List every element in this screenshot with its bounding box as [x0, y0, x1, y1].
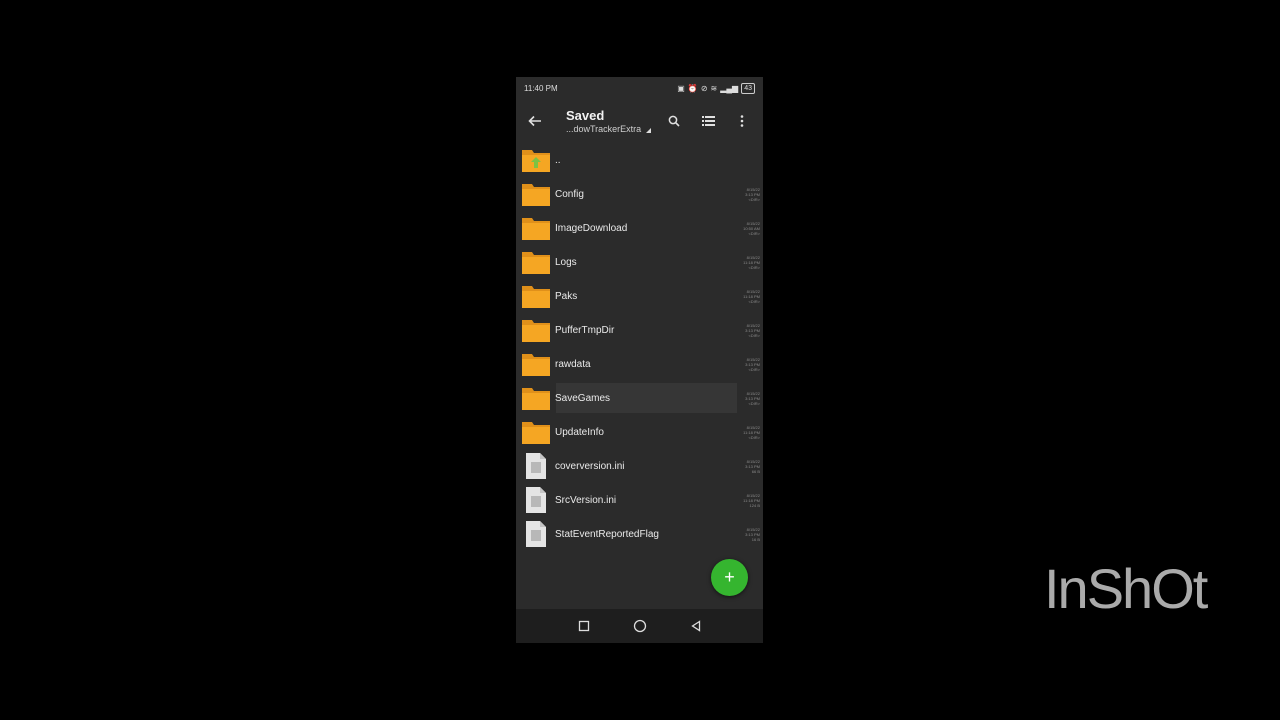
file-icon: [518, 452, 554, 480]
row-name: SrcVersion.ini: [555, 494, 617, 506]
parent-folder-row[interactable]: ..: [516, 143, 763, 177]
folder-icon: [518, 385, 554, 411]
nav-back-button[interactable]: [690, 620, 702, 632]
row-meta: 8/15/22 10:50 AM <DIR>: [734, 221, 763, 236]
app-bar: Saved ...dowTrackerExtra: [516, 99, 763, 143]
path-subtitle-text: ...dowTrackerExtra: [566, 123, 642, 134]
status-time: 11:40 PM: [524, 83, 558, 93]
folder-row[interactable]: SaveGames 8/15/22 3:13 PM <DIR>: [516, 381, 763, 415]
row-meta: 8/15/22 11:18 PM 124 B: [734, 493, 763, 508]
back-arrow-icon: [528, 115, 541, 127]
row-meta: 8/15/22 3:13 PM 66 B: [734, 459, 763, 474]
overflow-menu-button[interactable]: [727, 106, 757, 136]
phone-screen: 11:40 PM ▣ ⏰ ⊘ ≋ ▂▄▆ 43 Saved ...dowTrac…: [516, 77, 763, 643]
alarm-icon: ⏰: [687, 83, 698, 93]
toolbar-actions: [659, 106, 763, 136]
row-meta: 8/15/22 3:13 PM <DIR>: [734, 187, 763, 202]
home-button[interactable]: [633, 619, 647, 633]
page-title: Saved: [566, 107, 605, 123]
status-bar: 11:40 PM ▣ ⏰ ⊘ ≋ ▂▄▆ 43: [516, 77, 763, 99]
row-name: coverversion.ini: [555, 460, 625, 472]
folder-icon: [518, 317, 554, 343]
folder-icon: [518, 249, 554, 275]
inshot-watermark: InShOt: [1044, 557, 1208, 620]
row-size: <DIR>: [748, 298, 760, 304]
nfc-icon: ▣: [677, 83, 685, 93]
file-list: .. Config 8/15/22 3:13 PM <DIR> ImageDow…: [516, 143, 763, 551]
row-meta: 8/15/22 3:13 PM 16 B: [734, 527, 763, 542]
row-size: <DIR>: [748, 196, 760, 202]
row-name: Paks: [555, 290, 578, 302]
row-name: StatEventReportedFlag: [555, 528, 659, 540]
signal-icon: ▂▄▆: [720, 83, 739, 93]
folder-icon: [518, 419, 554, 445]
row-meta: 8/15/22 3:13 PM <DIR>: [734, 323, 763, 338]
file-row[interactable]: StatEventReportedFlag 8/15/22 3:13 PM 16…: [516, 517, 763, 551]
row-name: ..: [555, 154, 561, 166]
title-block[interactable]: Saved ...dowTrackerExtra: [554, 108, 659, 135]
folder-icon: [518, 351, 554, 377]
row-size: 124 B: [749, 502, 760, 508]
folder-icon: [518, 181, 554, 207]
dnd-icon: ⊘: [700, 83, 708, 93]
folder-row[interactable]: Config 8/15/22 3:13 PM <DIR>: [516, 177, 763, 211]
row-meta: 8/15/22 11:18 PM <DIR>: [734, 425, 763, 440]
folder-row[interactable]: ImageDownload 8/15/22 10:50 AM <DIR>: [516, 211, 763, 245]
folder-row[interactable]: Paks 8/15/22 11:18 PM <DIR>: [516, 279, 763, 313]
row-size: 16 B: [751, 536, 760, 542]
row-size: <DIR>: [748, 264, 760, 270]
row-name: PufferTmpDir: [555, 324, 615, 336]
system-nav-bar: [516, 609, 763, 643]
add-fab-button[interactable]: +: [711, 559, 748, 596]
row-meta: 8/15/22 3:13 PM <DIR>: [734, 357, 763, 372]
row-meta: 8/15/22 11:18 PM <DIR>: [734, 255, 763, 270]
battery-icon: 43: [741, 82, 755, 94]
folder-icon: [518, 215, 554, 241]
row-name: UpdateInfo: [555, 426, 604, 438]
dropdown-corner-icon: [646, 128, 652, 133]
row-size: <DIR>: [748, 332, 760, 338]
recents-button[interactable]: [578, 620, 590, 632]
more-vert-icon: [740, 115, 744, 127]
folder-icon: [518, 283, 554, 309]
path-subtitle[interactable]: ...dowTrackerExtra: [566, 123, 659, 135]
search-icon: [668, 115, 680, 127]
row-name: SaveGames: [555, 392, 611, 404]
row-size: <DIR>: [748, 434, 760, 440]
row-size: 66 B: [751, 468, 760, 474]
view-mode-button[interactable]: [693, 106, 723, 136]
folder-up-icon: [518, 147, 554, 173]
folder-row[interactable]: Logs 8/15/22 11:18 PM <DIR>: [516, 245, 763, 279]
file-icon: [518, 520, 554, 548]
folder-row[interactable]: UpdateInfo 8/15/22 11:18 PM <DIR>: [516, 415, 763, 449]
row-size: <DIR>: [748, 400, 760, 406]
row-meta: 8/15/22 3:13 PM <DIR>: [734, 391, 763, 406]
row-name: ImageDownload: [555, 222, 628, 234]
back-button[interactable]: [516, 99, 554, 143]
wifi-icon: ≋: [710, 83, 718, 93]
file-row[interactable]: coverversion.ini 8/15/22 3:13 PM 66 B: [516, 449, 763, 483]
row-meta: 8/15/22 11:18 PM <DIR>: [734, 289, 763, 304]
folder-row[interactable]: PufferTmpDir 8/15/22 3:13 PM <DIR>: [516, 313, 763, 347]
file-icon: [518, 486, 554, 514]
status-icons: ▣ ⏰ ⊘ ≋ ▂▄▆ 43: [677, 82, 755, 94]
row-size: <DIR>: [748, 366, 760, 372]
search-button[interactable]: [659, 106, 689, 136]
folder-row[interactable]: rawdata 8/15/22 3:13 PM <DIR>: [516, 347, 763, 381]
row-size: <DIR>: [748, 230, 760, 236]
file-row[interactable]: SrcVersion.ini 8/15/22 11:18 PM 124 B: [516, 483, 763, 517]
row-name: Config: [555, 188, 584, 200]
row-name: rawdata: [555, 358, 591, 370]
list-view-icon: [701, 116, 715, 126]
row-name: Logs: [555, 256, 577, 268]
plus-icon: +: [724, 567, 735, 587]
